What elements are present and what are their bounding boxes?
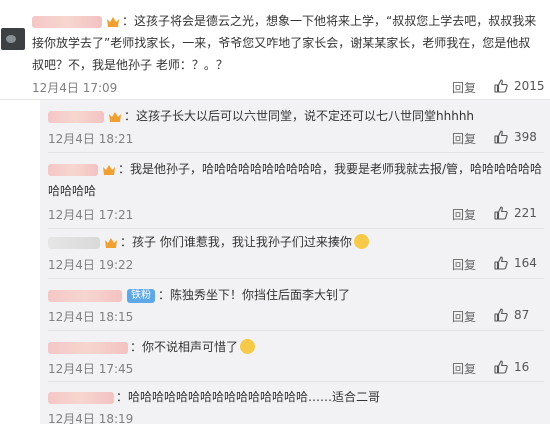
reply-list: ：这孩子长大以后可以六世同堂，说不定还可以七八世同堂hhhhh 12月4日 18… bbox=[40, 100, 550, 424]
reply-meta: 12月4日 18:21 回复 398 bbox=[40, 130, 550, 148]
reply-item: ：这孩子长大以后可以六世同堂，说不定还可以七八世同堂hhhhh bbox=[48, 105, 544, 127]
comment-time: 12月4日 17:09 bbox=[32, 81, 118, 95]
thumbs-up-icon bbox=[494, 308, 508, 322]
username-blurred[interactable] bbox=[32, 15, 102, 28]
reply-text: ：陈独秀坐下！你挡住后面李大钊了 bbox=[158, 288, 351, 302]
reply-button[interactable]: 回复 bbox=[452, 79, 476, 96]
username-blurred[interactable] bbox=[48, 341, 128, 354]
reply-item: ：孩子 你们谁惹我，我让我孙子们过来揍你 bbox=[48, 231, 544, 253]
comment-thread: ：这孩子将会是德云之光，想象一下他将来上学，“叔叔您上学去吧，叔叔我来接你放学去… bbox=[0, 0, 550, 424]
reply-text: ：我是他孙子，哈哈哈哈哈哈哈哈哈哈，我要是老师我就去报/管，哈哈哈哈哈哈哈哈哈哈 bbox=[48, 162, 543, 198]
like-button[interactable]: 2015 bbox=[494, 79, 545, 93]
reply-button[interactable]: 回复 bbox=[452, 256, 476, 273]
username-blurred[interactable] bbox=[48, 110, 104, 123]
like-count: 164 bbox=[514, 256, 537, 270]
reply-text: ：这孩子长大以后可以六世同堂，说不定还可以七八世同堂hhhhh bbox=[124, 109, 475, 123]
username-blurred[interactable] bbox=[48, 289, 122, 302]
divider bbox=[48, 330, 544, 331]
reply-button[interactable]: 回复 bbox=[452, 360, 476, 377]
reply-item: ：我是他孙子，哈哈哈哈哈哈哈哈哈哈，我要是老师我就去报/管，哈哈哈哈哈哈哈哈哈哈 bbox=[48, 158, 544, 202]
thumbs-up-icon bbox=[494, 130, 508, 144]
like-button[interactable]: 398 bbox=[494, 130, 537, 144]
top-comment: ：这孩子将会是德云之光，想象一下他将来上学，“叔叔您上学去吧，叔叔我来接你放学去… bbox=[32, 10, 542, 76]
like-button[interactable]: 87 bbox=[494, 308, 529, 322]
comment-time: 12月4日 17:45 bbox=[48, 362, 134, 376]
laughing-emoji-icon bbox=[353, 234, 369, 249]
reply-item: ：你不说相声可惜了 bbox=[48, 336, 544, 358]
reply-meta: 12月4日 17:45 回复 16 bbox=[40, 360, 550, 378]
divider bbox=[48, 228, 544, 229]
smirk-emoji-icon bbox=[240, 339, 256, 354]
like-count: 221 bbox=[514, 206, 537, 220]
username-blurred[interactable] bbox=[48, 163, 98, 176]
comment-time: 12月4日 18:19 bbox=[48, 412, 134, 424]
reply-meta: 12月4日 17:21 回复 221 bbox=[40, 206, 550, 224]
reply-text: ：哈哈哈哈哈哈哈哈哈哈哈哈哈哈哈……适合二哥 bbox=[116, 390, 381, 404]
username-blurred[interactable] bbox=[48, 236, 100, 249]
like-button[interactable]: 16 bbox=[494, 360, 529, 374]
reply-meta: 12月4日 18:15 回复 87 bbox=[40, 308, 550, 326]
reply-text: ：你不说相声可惜了 bbox=[130, 340, 239, 354]
vip-crown-icon bbox=[107, 16, 119, 27]
vip-crown-icon bbox=[103, 164, 115, 175]
fan-badge: 铁粉 bbox=[127, 288, 155, 303]
username-blurred[interactable] bbox=[48, 391, 114, 404]
comment-time: 12月4日 18:15 bbox=[48, 310, 134, 324]
avatar[interactable] bbox=[1, 28, 25, 50]
like-button[interactable]: 164 bbox=[494, 256, 537, 270]
divider bbox=[48, 278, 544, 279]
like-count: 2015 bbox=[514, 79, 545, 93]
reply-button[interactable]: 回复 bbox=[452, 308, 476, 325]
thumbs-up-icon bbox=[494, 206, 508, 220]
like-count: 16 bbox=[514, 360, 530, 374]
reply-item: ：哈哈哈哈哈哈哈哈哈哈哈哈哈哈哈……适合二哥 bbox=[48, 386, 544, 408]
like-button[interactable]: 221 bbox=[494, 206, 537, 220]
vip-crown-icon bbox=[109, 111, 121, 122]
comment-time: 12月4日 19:22 bbox=[48, 258, 134, 272]
reply-meta: 12月4日 18:19 bbox=[40, 410, 550, 424]
reply-item: 铁粉 ：陈独秀坐下！你挡住后面李大钊了 bbox=[48, 284, 544, 306]
reply-button[interactable]: 回复 bbox=[452, 206, 476, 223]
divider bbox=[48, 381, 544, 382]
thumbs-up-icon bbox=[494, 360, 508, 374]
thumbs-up-icon bbox=[494, 79, 508, 93]
divider bbox=[48, 152, 544, 153]
thumbs-up-icon bbox=[494, 256, 508, 270]
reply-button[interactable]: 回复 bbox=[452, 130, 476, 147]
vip-crown-icon bbox=[105, 237, 117, 248]
like-count: 398 bbox=[514, 130, 537, 144]
reply-text: ：孩子 你们谁惹我，我让我孙子们过来揍你 bbox=[120, 235, 352, 249]
comment-time: 12月4日 17:21 bbox=[48, 208, 134, 222]
reply-meta: 12月4日 19:22 回复 164 bbox=[40, 256, 550, 274]
top-comment-meta: 12月4日 17:09 回复 2015 bbox=[0, 79, 550, 97]
comment-time: 12月4日 18:21 bbox=[48, 132, 134, 146]
like-count: 87 bbox=[514, 308, 530, 322]
